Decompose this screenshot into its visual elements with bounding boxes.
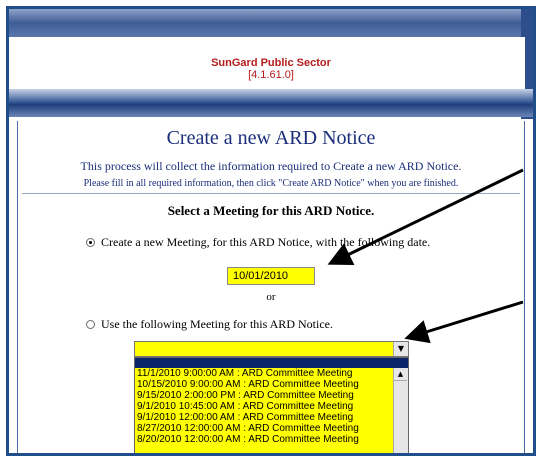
app-name: SunGard Public Sector [211,57,331,69]
main-content: Create a new ARD Notice This process wil… [17,121,525,453]
header-divider-bar [9,89,533,117]
meeting-select[interactable]: ▼ [134,341,409,357]
option-new-meeting-row[interactable]: Create a new Meeting, for this ARD Notic… [18,235,533,250]
section-title: Select a Meeting for this ARD Notice. [167,203,375,218]
meeting-option[interactable]: 9/1/2010 10:45:00 AM : ARD Committee Mee… [135,401,394,412]
page-description: This process will collect the informatio… [80,159,462,173]
scroll-up-icon[interactable]: ▲ [394,368,407,381]
existing-meeting-label: Use the following Meeting for this ARD N… [101,317,333,331]
new-meeting-label: Create a new Meeting, for this ARD Notic… [101,235,431,249]
app-frame: SunGard Public Sector [4.1.61.0] Create … [6,6,536,456]
chevron-down-icon[interactable]: ▼ [393,342,408,356]
meeting-dropdown-list[interactable]: 11/1/2010 9:00:00 AM : ARD Committee Mee… [134,357,409,453]
meeting-date-input[interactable]: 10/01/2010 [227,267,315,285]
meeting-option[interactable]: 9/15/2010 2:00:00 PM : ARD Committee Mee… [135,390,394,401]
page-title: Create a new ARD Notice [166,127,376,149]
dropdown-highlighted-option[interactable] [135,358,408,368]
header-panel: SunGard Public Sector [4.1.61.0] [17,37,525,89]
meeting-option[interactable]: 8/27/2010 12:00:00 AM : ARD Committee Me… [135,423,394,434]
meeting-option[interactable]: 9/1/2010 12:00:00 AM : ARD Committee Mee… [135,412,394,423]
page-instructions: Please fill in all required information,… [83,178,459,189]
dropdown-options: 11/1/2010 9:00:00 AM : ARD Committee Mee… [135,368,394,445]
meeting-option[interactable]: 8/20/2010 12:00:00 AM : ARD Committee Me… [135,434,394,445]
option-existing-meeting-row[interactable]: Use the following Meeting for this ARD N… [18,317,533,332]
or-separator: or [266,291,276,303]
dropdown-scrollbar[interactable]: ▲ [393,368,408,453]
existing-meeting-radio[interactable] [86,320,95,329]
meeting-option[interactable]: 11/1/2010 9:00:00 AM : ARD Committee Mee… [135,368,394,379]
new-meeting-radio[interactable] [86,238,95,247]
meeting-option[interactable]: 10/15/2010 9:00:00 AM : ARD Committee Me… [135,379,394,390]
divider [22,193,520,194]
top-banner [9,9,533,37]
app-version: [4.1.61.0] [248,69,294,81]
